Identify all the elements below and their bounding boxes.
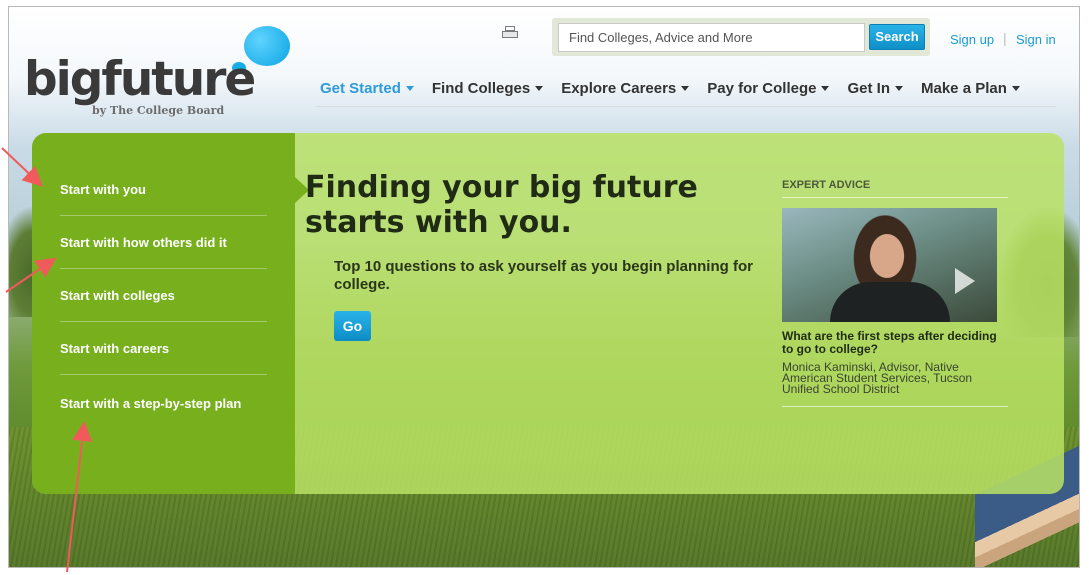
nav-label: Make a Plan xyxy=(921,80,1007,97)
sidebar-item-label: Start with careers xyxy=(60,340,170,356)
print-icon[interactable] xyxy=(502,26,518,40)
nav-get-started[interactable]: Get Started xyxy=(320,80,414,97)
sign-in-link[interactable]: Sign in xyxy=(1016,32,1056,47)
link-separator: | xyxy=(1003,30,1007,46)
nav-label: Explore Careers xyxy=(561,80,677,97)
search-input[interactable] xyxy=(558,23,865,52)
sidebar-item-colleges[interactable]: Start with colleges xyxy=(60,269,267,322)
sidebar-item-label: Start with a step-by-step plan xyxy=(60,396,242,411)
nav-find-colleges[interactable]: Find Colleges xyxy=(431,80,544,97)
chevron-down-icon xyxy=(821,86,830,91)
logo-tagline: by The College Board xyxy=(92,104,225,117)
sidebar-item-start-with-you[interactable]: Start with you xyxy=(60,163,267,216)
nav-pay-for-college[interactable]: Pay for College xyxy=(707,80,830,97)
nav-label: Get Started xyxy=(320,80,401,97)
chevron-down-icon xyxy=(535,86,544,91)
header-divider xyxy=(316,106,1056,107)
sidebar-item-step-by-step-plan[interactable]: Start with a step-by-step plan xyxy=(60,377,267,430)
main-nav: Get Started Find Colleges Explore Career… xyxy=(320,80,1020,97)
play-icon[interactable] xyxy=(955,268,975,294)
page-subtitle: Top 10 questions to ask yourself as you … xyxy=(334,258,753,293)
chevron-down-icon xyxy=(405,86,414,91)
expert-video-thumbnail[interactable] xyxy=(782,208,997,322)
expert-divider-bottom xyxy=(782,406,1008,407)
logo-wordmark: bigfuture xyxy=(24,52,256,107)
nav-get-in[interactable]: Get In xyxy=(847,80,903,97)
expert-divider-top xyxy=(782,197,1008,198)
sidebar-item-how-others-did-it[interactable]: Start with how others did it xyxy=(60,216,267,269)
nav-explore-careers[interactable]: Explore Careers xyxy=(561,80,690,97)
expert-video-credit: Monica Kaminski, Advisor, Native America… xyxy=(782,360,973,396)
sidebar-item-label: Start with how others did it xyxy=(60,234,227,250)
sidebar-item-careers[interactable]: Start with careers xyxy=(60,322,267,375)
sign-up-link[interactable]: Sign up xyxy=(950,32,994,47)
chevron-down-icon xyxy=(681,86,690,91)
sidebar-item-label: Start with you xyxy=(60,181,146,197)
chevron-down-icon xyxy=(895,86,903,91)
nav-label: Find Colleges xyxy=(431,80,531,97)
page-title: Finding your big future starts with you. xyxy=(305,170,698,240)
bigfuture-logo[interactable]: bigfuture by The College Board xyxy=(22,24,292,124)
search-button[interactable]: Search xyxy=(869,24,925,50)
go-button[interactable]: Go xyxy=(334,311,371,341)
sidebar-item-label: Start with colleges xyxy=(60,287,175,303)
nav-label: Get In xyxy=(847,80,890,97)
expert-advice-heading: EXPERT ADVICE xyxy=(782,179,871,191)
nav-make-a-plan[interactable]: Make a Plan xyxy=(921,80,1020,97)
expert-video-question[interactable]: What are the first steps after deciding … xyxy=(782,330,997,356)
start-sidebar: Start with you Start with how others did… xyxy=(32,133,295,494)
chevron-down-icon xyxy=(1011,86,1020,91)
nav-label: Pay for College xyxy=(707,80,817,97)
